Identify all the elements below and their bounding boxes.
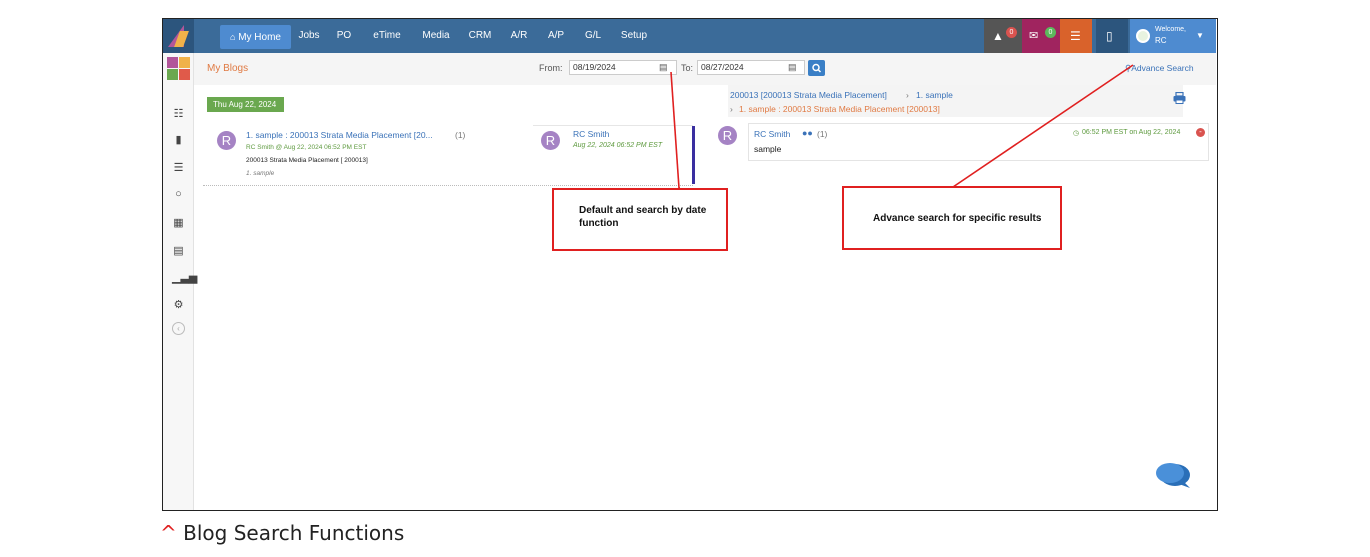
chat-bubble-icon[interactable] bbox=[1155, 461, 1193, 491]
date-search-callout: Default and search by date function bbox=[552, 188, 728, 251]
figure-caption: ^ Blog Search Functions bbox=[160, 521, 405, 545]
advance-search-callout: Advance search for specific results bbox=[842, 186, 1062, 250]
app-window: ⌂ My Home Jobs PO eTime Media CRM A/R A/… bbox=[162, 18, 1218, 511]
annotation-arrows bbox=[670, 64, 1134, 189]
